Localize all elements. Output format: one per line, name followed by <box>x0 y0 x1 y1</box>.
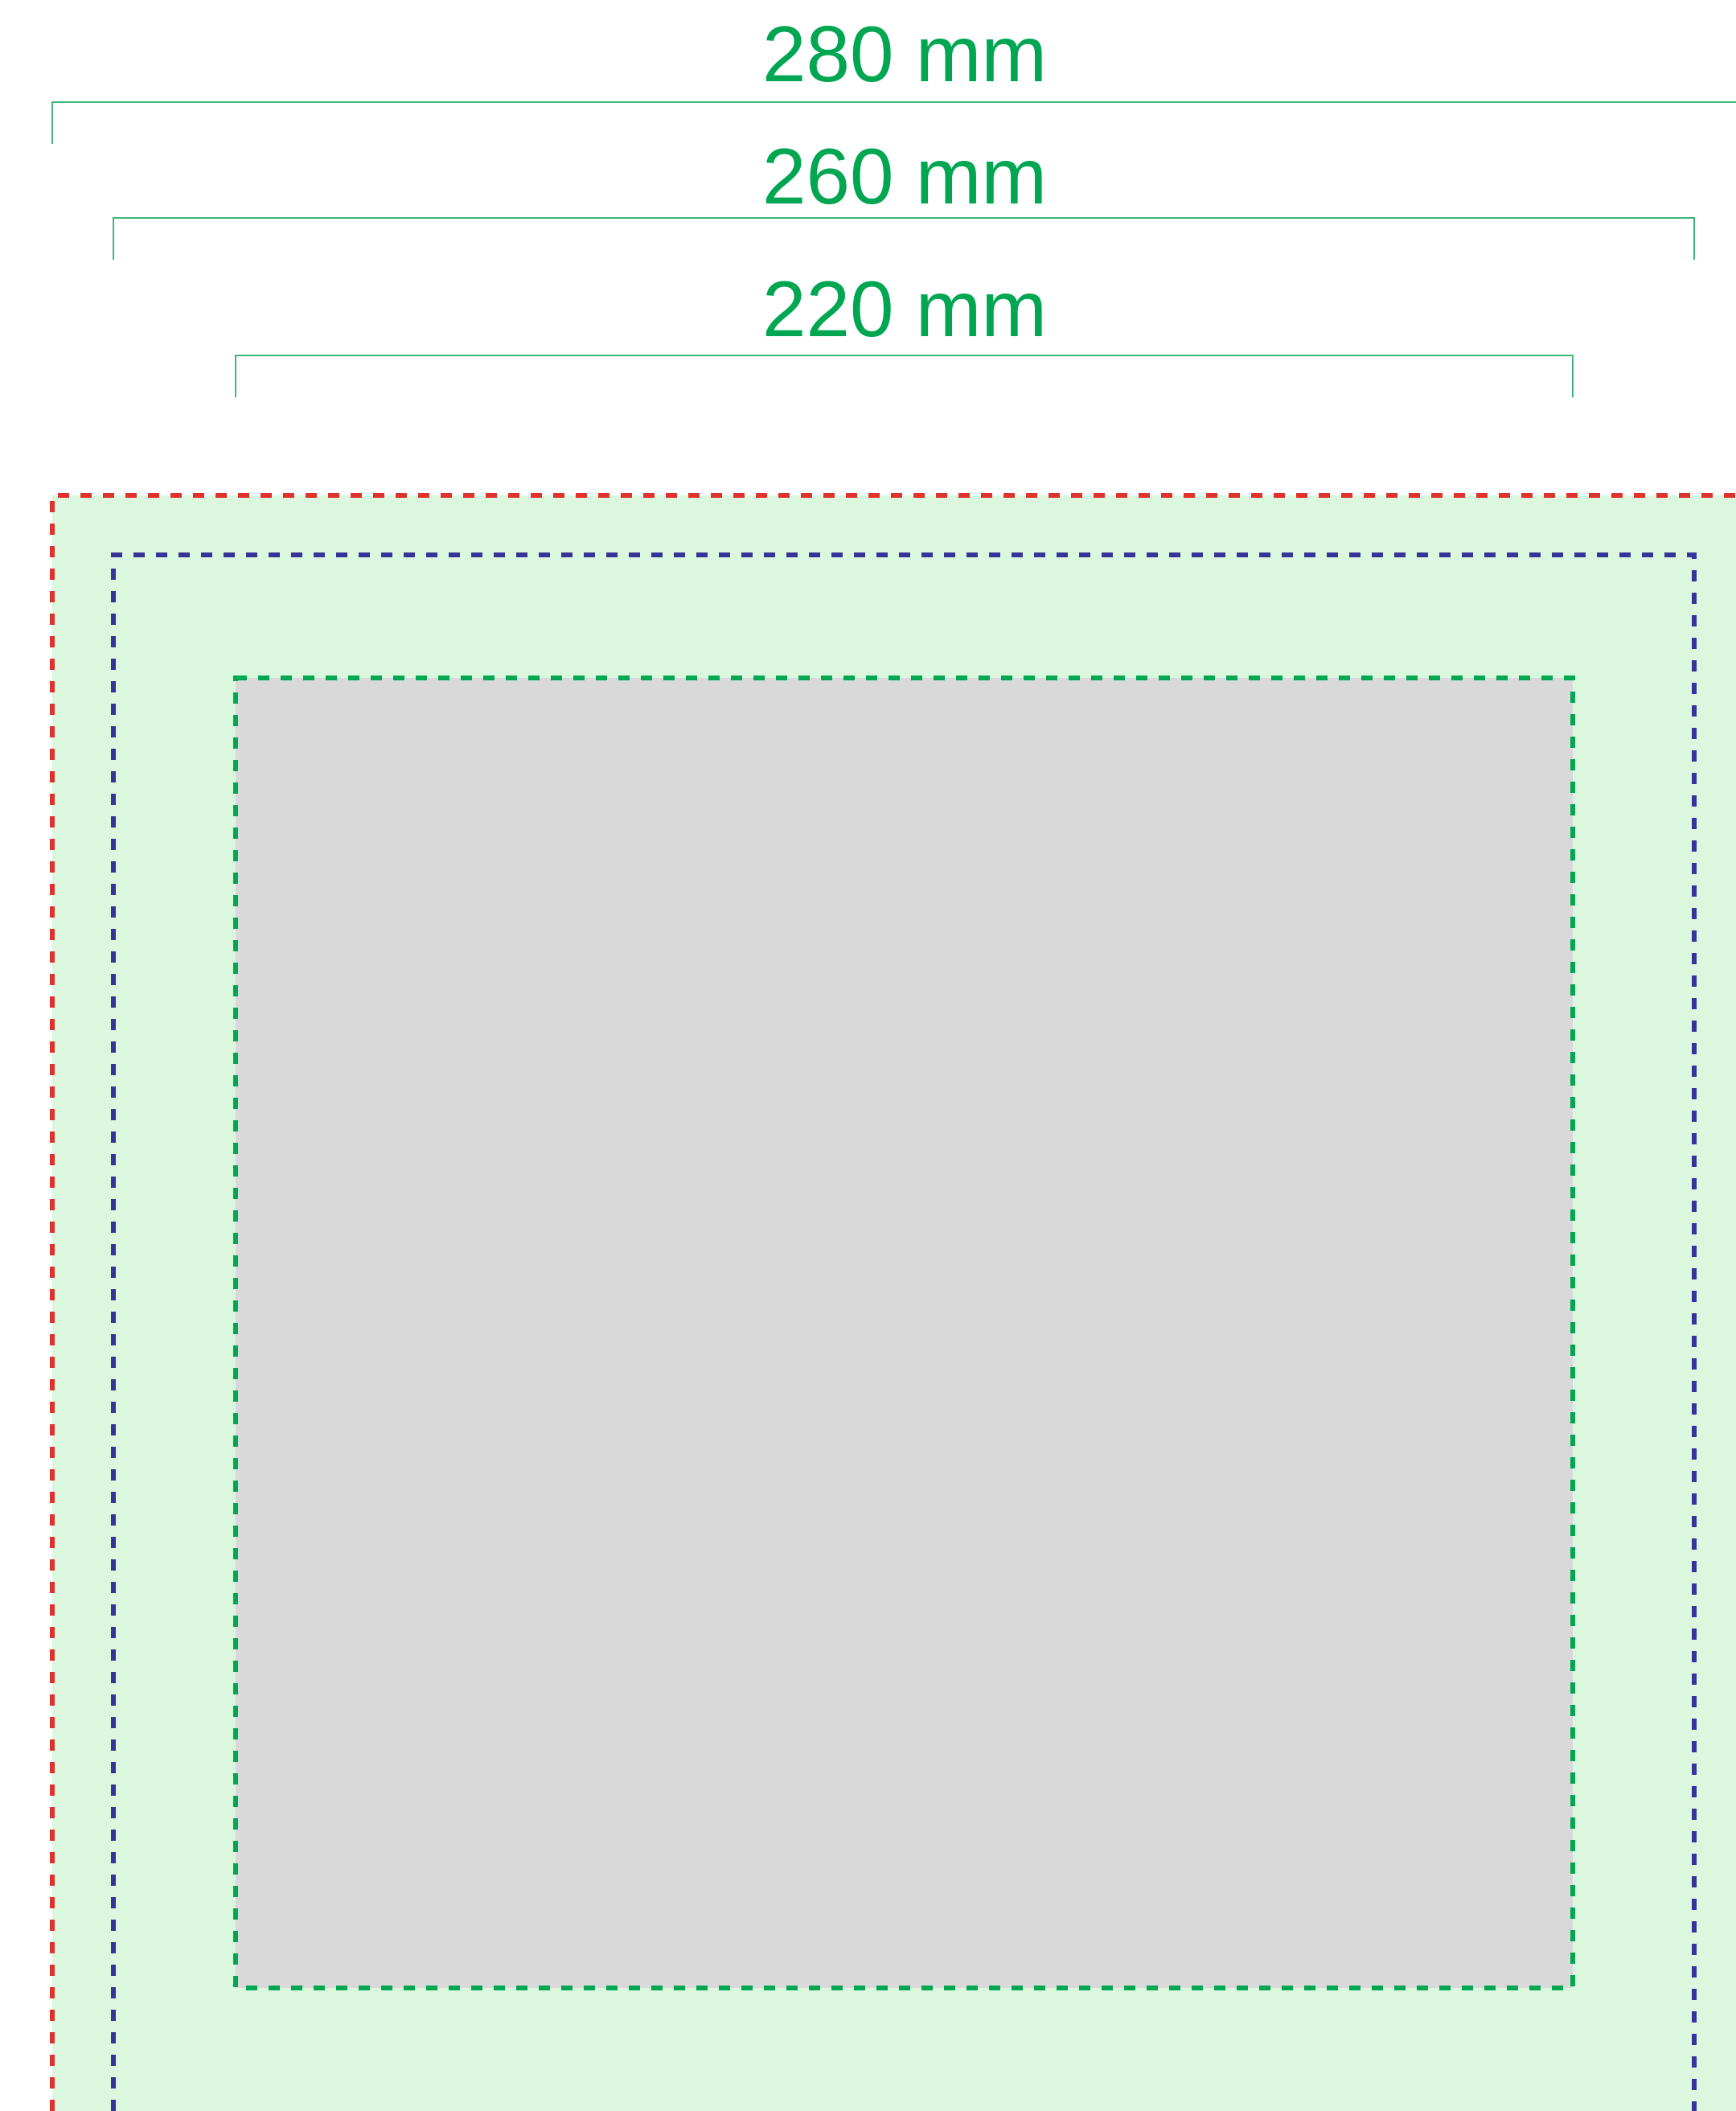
dimension-label-280: 280 mm <box>762 10 1047 98</box>
print-template-diagram: 280 mm 260 mm 220 mm <box>50 10 1736 2111</box>
dimension-bracket-220 <box>235 355 1574 397</box>
dimension-bracket-260 <box>113 217 1695 260</box>
safe-area <box>236 678 1573 1988</box>
dimension-label-220: 220 mm <box>762 265 1047 353</box>
dimension-label-260: 260 mm <box>762 132 1047 220</box>
